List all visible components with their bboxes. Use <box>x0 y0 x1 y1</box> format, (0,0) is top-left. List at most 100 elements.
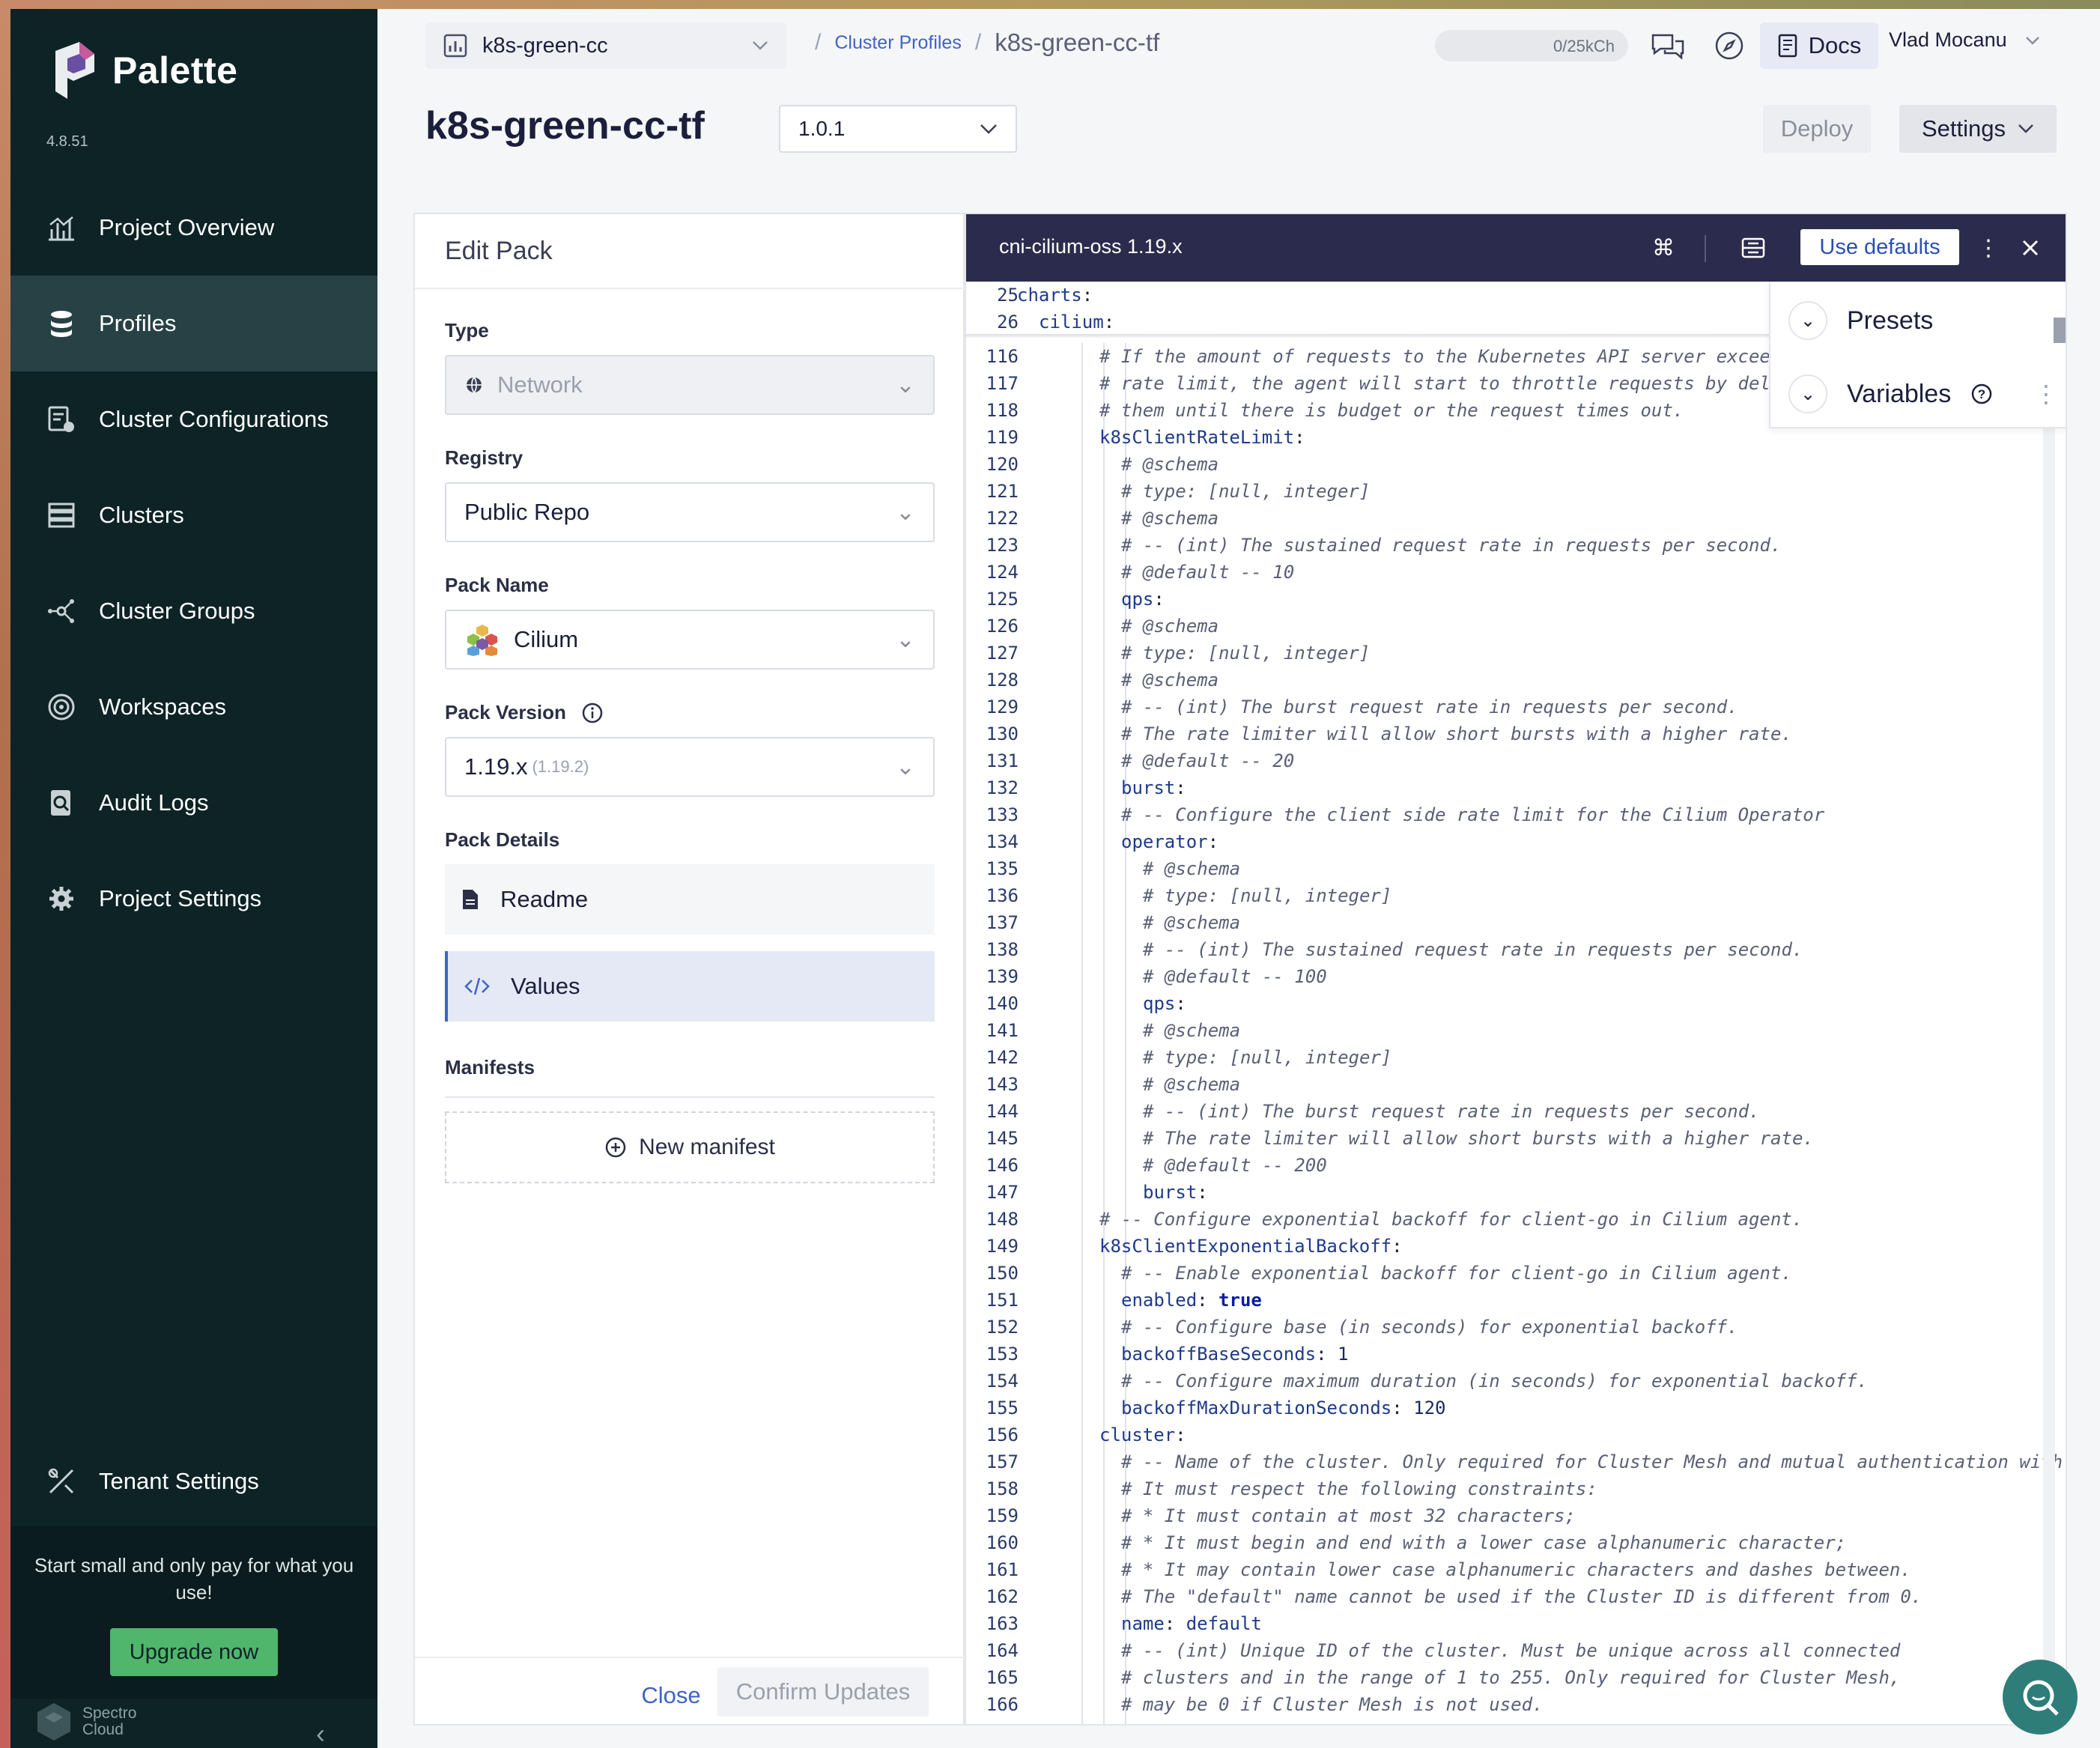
sidebar-item-profiles[interactable]: Profiles <box>10 276 377 371</box>
code-line[interactable]: 165 # clusters and in the range of 1 to 2… <box>966 1664 2066 1691</box>
code-line[interactable]: 142 # type: [null, integer] <box>966 1044 2066 1071</box>
edit-pack-panel: Edit Pack Type Network ⌄ Registry Public… <box>413 213 965 1726</box>
code-line[interactable]: 128 # @schema <box>966 667 2066 694</box>
line-content: # @schema <box>1121 508 1219 529</box>
code-line[interactable]: 164 # -- (int) Unique ID of the cluster. … <box>966 1637 2066 1664</box>
code-line[interactable]: 126 # @schema <box>966 613 2066 640</box>
deploy-button[interactable]: Deploy <box>1763 105 1871 153</box>
palette-logo[interactable]: Palette <box>51 39 237 102</box>
code-line[interactable]: 153 backoffBaseSeconds: 1 <box>966 1341 2066 1368</box>
code-line[interactable]: 134 operator: <box>966 828 2066 855</box>
more-options-icon[interactable]: ⋮ <box>1971 231 2006 265</box>
registry-select[interactable]: Public Repo ⌄ <box>445 482 935 542</box>
collapse-sidebar-icon[interactable]: ‹ <box>316 1718 325 1748</box>
code-line[interactable]: 127 # type: [null, integer] <box>966 640 2066 667</box>
confirm-updates-button[interactable]: Confirm Updates <box>717 1667 929 1717</box>
code-line[interactable]: 158 # It must respect the following const… <box>966 1475 2066 1502</box>
user-menu[interactable]: Vlad Mocanu <box>1889 28 2040 52</box>
code-line[interactable]: 138 # -- (int) The sustained request rate… <box>966 936 2066 963</box>
app-version: 4.8.51 <box>46 133 88 150</box>
vertical-scrollbar[interactable] <box>2043 386 2055 1724</box>
more-options-icon[interactable]: ⋮ <box>2034 380 2058 408</box>
project-icon <box>443 34 467 58</box>
code-line[interactable]: 121 # type: [null, integer] <box>966 478 2066 505</box>
code-line[interactable]: 147 burst: <box>966 1179 2066 1206</box>
code-line[interactable]: 155 backoffMaxDurationSeconds: 120 <box>966 1395 2066 1421</box>
code-line[interactable]: 154 # -- Configure maximum duration (in s… <box>966 1368 2066 1395</box>
code-line[interactable]: 166 # may be 0 if Cluster Mesh is not use… <box>966 1691 2066 1718</box>
code-line[interactable]: 144 # -- (int) The burst request rate in … <box>966 1098 2066 1125</box>
code-line[interactable]: 124 # @default -- 10 <box>966 559 2066 586</box>
sidebar-item-cluster-configurations[interactable]: Cluster Configurations <box>10 371 377 467</box>
line-content: # -- (int) The sustained request rate in… <box>1121 535 1782 556</box>
chat-icon[interactable] <box>1649 27 1687 64</box>
code-line[interactable]: 140 qps: <box>966 990 2066 1017</box>
code-line[interactable]: 122 # @schema <box>966 505 2066 532</box>
diff-icon[interactable] <box>1736 231 1770 265</box>
line-number: 116 <box>986 346 1019 367</box>
command-icon[interactable]: ⌘ <box>1646 231 1681 265</box>
code-line[interactable]: 146 # @default -- 200 <box>966 1152 2066 1179</box>
help-chat-button[interactable] <box>2003 1660 2078 1735</box>
code-line[interactable]: 152 # -- Configure base (in seconds) for … <box>966 1314 2066 1341</box>
code-line[interactable]: 141 # @schema <box>966 1017 2066 1044</box>
code-line[interactable]: 151 enabled: true <box>966 1287 2066 1314</box>
code-line[interactable]: 137 # @schema <box>966 909 2066 936</box>
code-line[interactable]: 160 # * It must begin and end with a lowe… <box>966 1529 2066 1556</box>
pack-name-select[interactable]: Cilium ⌄ <box>445 610 935 670</box>
sidebar-item-project-overview[interactable]: Project Overview <box>10 180 377 276</box>
breadcrumb-link-cluster-profiles[interactable]: Cluster Profiles <box>834 32 962 54</box>
code-line[interactable]: 149 k8sClientExponentialBackoff: <box>966 1233 2066 1260</box>
docs-button[interactable]: Docs <box>1760 22 1878 69</box>
code-line[interactable]: 161 # * It may contain lower case alphanu… <box>966 1556 2066 1583</box>
settings-button[interactable]: Settings <box>1899 105 2057 153</box>
close-icon[interactable] <box>2013 231 2048 265</box>
editor-header: cni-cilium-oss 1.19.x ⌘ Use defaults ⋮ <box>966 214 2066 282</box>
code-line[interactable]: 131 # @default -- 20 <box>966 747 2066 774</box>
info-icon[interactable] <box>581 702 604 724</box>
variables-toggle[interactable]: ⌄ Variables ? ⋮ <box>1788 371 2058 416</box>
code-area[interactable]: 116 # If the amount of requests to the Ku… <box>966 282 2066 1724</box>
code-line[interactable]: 157 # -- Name of the cluster. Only requir… <box>966 1448 2066 1475</box>
sidebar-item-workspaces[interactable]: Workspaces <box>10 659 377 755</box>
presets-toggle[interactable]: ⌄ Presets <box>1788 298 2058 343</box>
use-defaults-button[interactable]: Use defaults <box>1800 229 1959 265</box>
code-line[interactable]: 163 name: default <box>966 1610 2066 1637</box>
panel-scrollbar[interactable] <box>2054 318 2066 343</box>
new-manifest-button[interactable]: New manifest <box>445 1111 935 1183</box>
code-line[interactable]: 159 # * It must contain at most 32 charac… <box>966 1502 2066 1529</box>
code-line[interactable]: 136 # type: [null, integer] <box>966 882 2066 909</box>
readme-tab[interactable]: Readme <box>445 864 935 935</box>
sidebar-item-audit-logs[interactable]: Audit Logs <box>10 755 377 851</box>
compass-icon[interactable] <box>1711 27 1748 64</box>
code-line[interactable]: 156 cluster: <box>966 1421 2066 1448</box>
help-icon[interactable]: ? <box>1970 383 1993 405</box>
sidebar-item-label: Profiles <box>99 310 177 336</box>
close-button[interactable]: Close <box>619 1673 723 1718</box>
code-line[interactable]: 148 # -- Configure exponential backoff fo… <box>966 1206 2066 1233</box>
sidebar-item-tenant-settings[interactable]: Tenant Settings <box>10 1433 377 1529</box>
code-line[interactable]: 145 # The rate limiter will allow short b… <box>966 1125 2066 1152</box>
code-line[interactable]: 139 # @default -- 100 <box>966 963 2066 990</box>
code-line[interactable]: 120 # @schema <box>966 451 2066 478</box>
code-line[interactable]: 133 # -- Configure the client side rate l… <box>966 801 2066 828</box>
profile-version-select[interactable]: 1.0.1 <box>779 105 1017 153</box>
code-line[interactable]: 123 # -- (int) The sustained request rate… <box>966 532 2066 559</box>
upgrade-button[interactable]: Upgrade now <box>110 1628 278 1676</box>
code-line[interactable]: 150 # -- Enable exponential backoff for c… <box>966 1260 2066 1287</box>
sidebar-item-project-settings[interactable]: Project Settings <box>10 851 377 947</box>
sidebar-item-clusters[interactable]: Clusters <box>10 467 377 563</box>
document-icon <box>463 890 478 909</box>
pack-version-select[interactable]: 1.19.x (1.19.2) ⌄ <box>445 737 935 797</box>
code-line[interactable]: 125 qps: <box>966 586 2066 613</box>
code-line[interactable]: 130 # The rate limiter will allow short b… <box>966 720 2066 747</box>
promo-text: Start small and only pay for what you us… <box>34 1554 354 1603</box>
values-tab[interactable]: Values <box>445 951 935 1022</box>
code-line[interactable]: 162 # The "default" name cannot be used i… <box>966 1583 2066 1610</box>
code-line[interactable]: 135 # @schema <box>966 855 2066 882</box>
code-line[interactable]: 143 # @schema <box>966 1071 2066 1098</box>
sidebar-item-cluster-groups[interactable]: Cluster Groups <box>10 563 377 659</box>
project-selector[interactable]: k8s-green-cc <box>425 22 786 69</box>
code-line[interactable]: 129 # -- (int) The burst request rate in … <box>966 694 2066 720</box>
code-line[interactable]: 132 burst: <box>966 774 2066 801</box>
